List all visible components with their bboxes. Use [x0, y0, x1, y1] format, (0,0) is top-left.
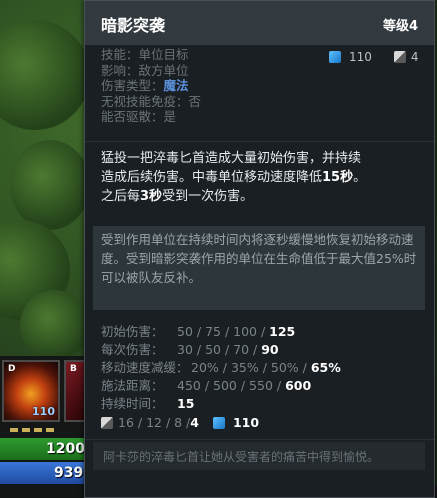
tree-foliage: [20, 290, 90, 360]
mana-icon: [329, 51, 341, 63]
health-value: 1200: [46, 441, 85, 457]
stat-row: 初始伤害： 50 / 75 / 100 / 125: [101, 323, 341, 341]
description-text: 造成后续伤害。中毒单位移动速度降低: [101, 170, 323, 185]
level-pip: [10, 428, 18, 432]
description-highlight: 3秒: [140, 189, 163, 204]
property-row: 伤害类型：魔法: [101, 78, 201, 94]
cooldown-mana-row: 16 / 12 / 8 / 4 110: [101, 414, 341, 432]
divider: [85, 141, 434, 142]
stat-values: 450 / 500 / 550 /: [177, 378, 286, 393]
stat-label: 持续时间：: [101, 396, 164, 411]
ability-slot-b[interactable]: B: [64, 360, 86, 422]
property-label: 能否驱散：: [101, 109, 164, 124]
property-row: 技能：单位目标: [101, 47, 201, 63]
ability-properties: 技能：单位目标 影响：敌方单位 伤害类型：魔法 无视技能免疫：否 能否驱散：是: [101, 47, 201, 125]
ability-note: 受到作用单位在持续时间内将逐秒缓慢地恢复初始移动速度。受到暗影突袭作用的单位在生…: [93, 226, 425, 310]
description-text: 。: [353, 170, 367, 185]
level-pip: [22, 428, 30, 432]
cooldown-current: 4: [190, 415, 199, 430]
stat-row: 移动速度减缓： 20% / 35% / 50% / 65%: [101, 359, 341, 377]
description-text: 猛投一把淬毒匕首造成大量初始伤害，并持续: [101, 151, 362, 166]
stat-current: 90: [261, 342, 279, 357]
cooldown-icon: [393, 51, 406, 63]
level-pip: [46, 428, 54, 432]
ability-lore: 阿卡莎的淬毒匕首让她从受害者的痛苦中得到愉悦。: [93, 442, 425, 470]
ability-description: 猛投一把淬毒匕首造成大量初始伤害，并持续 造成后续伤害。中毒单位移动速度降低15…: [101, 149, 421, 206]
ability-level: 等级4: [382, 19, 418, 34]
stat-current: 125: [269, 324, 296, 339]
property-label: 技能：: [101, 47, 139, 62]
ability-name: 暗影突袭: [101, 16, 166, 35]
stat-label: 每次伤害：: [101, 342, 164, 357]
ability-stats: 初始伤害： 50 / 75 / 100 / 125 每次伤害： 30 / 50 / …: [101, 323, 341, 432]
tooltip-header: 暗影突袭 等级4: [85, 1, 434, 45]
property-value: 单位目标: [138, 47, 189, 62]
property-row: 能否驱散：是: [101, 109, 201, 125]
ability-slot-shadow-strike[interactable]: D 110: [2, 360, 60, 422]
stat-row: 施法距离： 450 / 500 / 550 / 600: [101, 377, 341, 395]
stat-values: 20% / 35% / 50% /: [191, 360, 311, 375]
description-text: 之后每: [101, 189, 141, 204]
ability-level-pips: [10, 428, 54, 432]
stat-label: 初始伤害：: [101, 324, 164, 339]
cooldown-icon: [101, 417, 113, 429]
cooldown-values: 16 / 12 / 8 /: [118, 415, 191, 430]
mana-icon: [212, 417, 225, 429]
cooldown-value: 4: [410, 50, 419, 64]
tree-foliage: [0, 20, 90, 130]
property-label: 伤害类型：: [101, 78, 164, 93]
level-pip: [34, 428, 42, 432]
stat-values: 30 / 50 / 70 /: [177, 342, 262, 357]
description-text: 受到一次伤害。: [162, 189, 254, 204]
stat-current: 15: [177, 396, 195, 411]
stat-row: 每次伤害： 30 / 50 / 70 / 90: [101, 341, 341, 359]
property-value: 敌方单位: [138, 62, 189, 78]
hotkey-label: D: [8, 364, 16, 374]
property-value: 是: [163, 109, 177, 124]
property-row: 影响：敌方单位: [101, 63, 201, 79]
property-value: 否: [188, 93, 202, 109]
tree-foliage: [10, 140, 90, 230]
slot-mana-cost: 110: [32, 405, 55, 418]
mana-cost: 110: [349, 50, 372, 64]
stat-label: 施法距离：: [101, 378, 164, 393]
mana-cost-footer: 110: [232, 415, 260, 430]
hotkey-label: B: [70, 364, 77, 374]
stat-label: 移动速度减缓：: [101, 360, 189, 375]
stat-row: 持续时间： 15: [101, 395, 341, 413]
stat-values: 50 / 75 / 100 /: [177, 324, 270, 339]
property-label: 影响：: [101, 62, 139, 78]
ability-costs: 110 4: [329, 50, 419, 64]
damage-type-value: 魔法: [163, 78, 189, 93]
stat-current: 600: [285, 378, 312, 393]
divider: [85, 439, 434, 440]
property-label: 无视技能免疫：: [101, 93, 189, 109]
ability-tooltip: 暗影突袭 等级4 技能：单位目标 影响：敌方单位 伤害类型：魔法 无视技能免疫：…: [84, 0, 435, 498]
property-row: 无视技能免疫：否: [101, 94, 201, 110]
description-highlight: 15秒: [322, 170, 354, 185]
stat-current: 65%: [310, 360, 341, 375]
